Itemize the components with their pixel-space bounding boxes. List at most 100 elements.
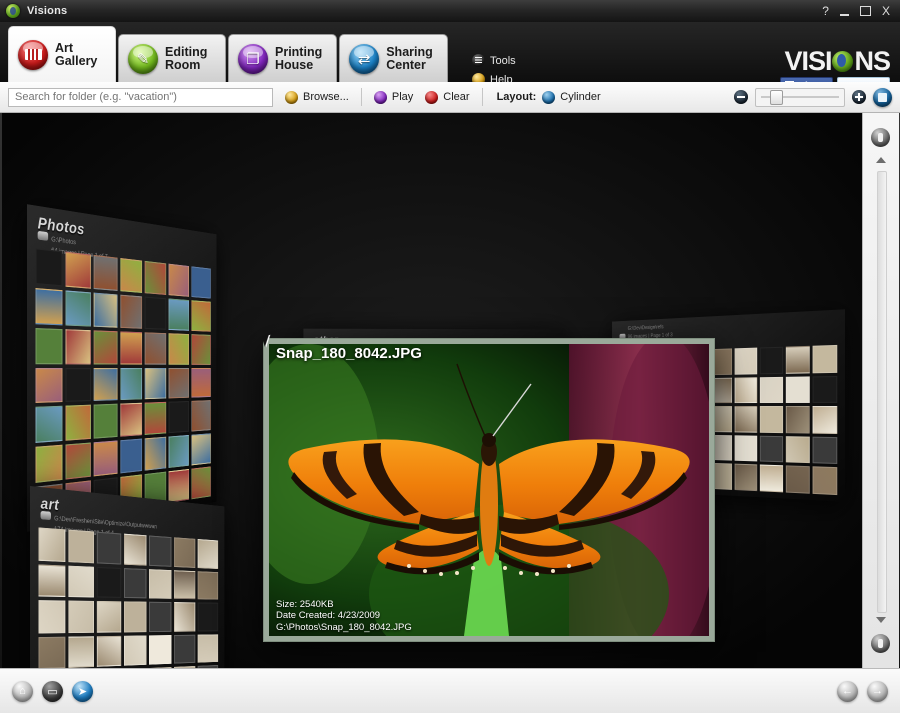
thumbnail-grid[interactable] xyxy=(38,527,219,668)
rail-top-button[interactable] xyxy=(871,128,890,147)
thumbnail[interactable] xyxy=(785,435,810,464)
thumbnail[interactable] xyxy=(145,331,167,365)
thumbnail[interactable] xyxy=(149,535,172,567)
thumbnail[interactable] xyxy=(119,330,143,365)
thumbnail[interactable] xyxy=(38,563,66,598)
thumbnail[interactable] xyxy=(785,376,810,404)
gallery-panel-photos[interactable]: Photos G:\Photos 64 images | Page 1 of 7 xyxy=(27,204,217,532)
zoom-slider[interactable] xyxy=(755,87,845,107)
thumbnail[interactable] xyxy=(168,367,190,399)
tab-art-gallery[interactable]: Art Gallery xyxy=(8,26,116,82)
thumbnail[interactable] xyxy=(38,600,66,633)
thumbnail[interactable] xyxy=(93,367,118,402)
thumbnail[interactable] xyxy=(145,296,167,330)
thumbnail[interactable] xyxy=(149,601,172,632)
thumbnail[interactable] xyxy=(119,294,143,329)
thumbnail[interactable] xyxy=(168,263,190,297)
thumbnail[interactable] xyxy=(168,401,190,434)
thumbnail[interactable] xyxy=(145,402,167,436)
thumbnail[interactable] xyxy=(65,251,91,289)
tab-editing-room[interactable]: ✎ Editing Room xyxy=(118,34,226,82)
thumbnail[interactable] xyxy=(93,292,118,328)
thumbnail[interactable] xyxy=(96,531,121,565)
back-arrow-icon[interactable]: ← xyxy=(837,680,858,702)
forward-arrow-icon[interactable]: → xyxy=(867,680,888,702)
thumbnail[interactable] xyxy=(35,248,63,287)
thumbnail[interactable] xyxy=(65,290,91,327)
thumbnail[interactable] xyxy=(191,300,211,332)
thumbnail[interactable] xyxy=(168,298,190,331)
thumbnail[interactable] xyxy=(96,600,121,633)
thumbnail[interactable] xyxy=(123,567,147,599)
thumbnail[interactable] xyxy=(812,375,838,404)
help-link[interactable]: Help xyxy=(472,73,516,82)
thumbnail[interactable] xyxy=(174,569,196,600)
thumbnail[interactable] xyxy=(68,565,94,598)
search-input[interactable] xyxy=(8,87,273,107)
home-icon[interactable]: ⌂ xyxy=(12,680,33,702)
thumbnail[interactable] xyxy=(812,436,838,465)
thumbnail[interactable] xyxy=(119,438,143,474)
globe-icon[interactable]: ➤ xyxy=(72,680,93,702)
close-button[interactable]: X xyxy=(882,5,890,17)
thumbnail[interactable] xyxy=(734,435,757,462)
camera-icon[interactable]: ▭ xyxy=(42,680,63,702)
thumbnail[interactable] xyxy=(168,332,190,365)
thumbnail[interactable] xyxy=(38,527,66,562)
slider-handle[interactable] xyxy=(770,89,783,105)
thumbnail[interactable] xyxy=(35,406,63,444)
thumbnail[interactable] xyxy=(65,442,91,480)
thumbnail[interactable] xyxy=(96,635,121,667)
thumbnail[interactable] xyxy=(197,633,219,663)
thumbnail[interactable] xyxy=(191,367,211,399)
thumbnail[interactable] xyxy=(149,634,172,665)
thumbnail[interactable] xyxy=(145,367,167,400)
thumbnail[interactable] xyxy=(145,260,167,295)
thumbnail[interactable] xyxy=(759,346,783,374)
thumbnail[interactable] xyxy=(785,465,810,494)
clear-button[interactable]: Clear xyxy=(425,90,470,104)
zoom-out-icon[interactable] xyxy=(734,90,748,104)
thumbnail[interactable] xyxy=(119,403,143,438)
layout-selector[interactable]: Cylinder xyxy=(542,90,601,104)
thumbnail[interactable] xyxy=(145,436,167,471)
thumbnail[interactable] xyxy=(191,333,211,365)
thumbnail[interactable] xyxy=(197,570,219,600)
thumbnail[interactable] xyxy=(168,469,190,503)
image-preview-window[interactable]: Snap_180_8042.JPG Size: 2540KB Date Crea… xyxy=(263,338,715,642)
thumbnail[interactable] xyxy=(123,601,147,632)
thumbnail[interactable] xyxy=(759,435,783,463)
thumbnail[interactable] xyxy=(191,266,211,299)
thumbnail[interactable] xyxy=(93,440,118,477)
thumbnail[interactable] xyxy=(65,328,91,364)
fullscreen-icon[interactable] xyxy=(873,87,892,107)
thumbnail[interactable] xyxy=(123,634,147,666)
thumbnail[interactable] xyxy=(174,537,196,568)
thumbnail[interactable] xyxy=(734,406,757,433)
scroll-trough[interactable] xyxy=(877,171,887,613)
thumbnail[interactable] xyxy=(812,406,838,434)
scroll-down-icon[interactable] xyxy=(876,617,886,623)
thumbnail[interactable] xyxy=(93,404,118,440)
thumbnail[interactable] xyxy=(35,327,63,364)
gallery-stage[interactable]: Photos G:\Photos 64 images | Page 1 of 7… xyxy=(2,113,862,668)
thumbnail[interactable] xyxy=(191,433,211,466)
thumbnail[interactable] xyxy=(197,602,219,631)
thumbnail[interactable] xyxy=(785,406,810,434)
thumbnail[interactable] xyxy=(812,466,838,496)
thumbnail-grid[interactable] xyxy=(35,248,211,523)
thumbnail[interactable] xyxy=(191,400,211,432)
browse-button[interactable]: Browse... xyxy=(285,90,349,104)
thumbnail[interactable] xyxy=(35,445,63,484)
thumbnail[interactable] xyxy=(96,566,121,598)
help-button[interactable]: ? xyxy=(822,5,829,17)
zoom-in-icon[interactable] xyxy=(852,90,866,104)
thumbnail[interactable] xyxy=(68,600,94,633)
thumbnail[interactable] xyxy=(35,367,63,404)
thumbnail[interactable] xyxy=(785,345,810,374)
thumbnail[interactable] xyxy=(93,329,118,365)
thumbnail[interactable] xyxy=(759,376,783,404)
thumbnail[interactable] xyxy=(68,529,94,563)
thumbnail[interactable] xyxy=(119,257,143,293)
scroll-up-icon[interactable] xyxy=(876,157,886,163)
